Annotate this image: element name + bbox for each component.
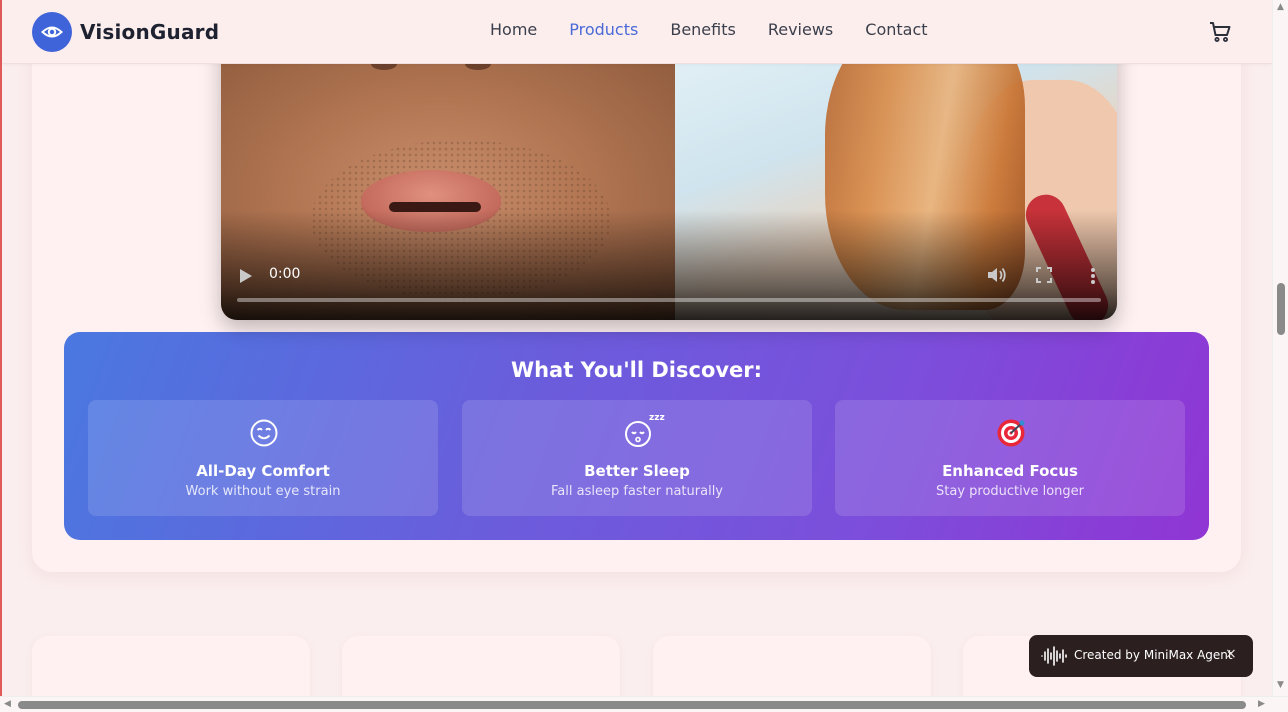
scroll-down-icon[interactable]: ▼ bbox=[1277, 680, 1284, 690]
shopping-cart-icon[interactable] bbox=[1208, 20, 1232, 44]
svg-text:zzz: zzz bbox=[649, 413, 665, 423]
scroll-left-icon[interactable]: ◀ bbox=[4, 699, 11, 709]
product-video-section: 0:00 What You'll Discover: All-Day Comfo… bbox=[32, 20, 1241, 572]
video-controls: 0:00 bbox=[221, 250, 1117, 320]
more-options-icon[interactable] bbox=[1087, 266, 1099, 286]
nav-products[interactable]: Products bbox=[569, 20, 638, 39]
relieved-face-icon bbox=[250, 419, 278, 447]
eye-icon bbox=[32, 12, 72, 52]
minimax-badge[interactable]: Created by MiniMax Agent × bbox=[1029, 635, 1253, 677]
discover-title: What You'll Discover: bbox=[510, 358, 763, 382]
viewport-edge bbox=[0, 0, 2, 712]
video-time: 0:00 bbox=[269, 266, 301, 282]
horizontal-scrollbar[interactable]: ◀ ▶ bbox=[0, 696, 1288, 712]
volume-icon[interactable] bbox=[987, 266, 1007, 284]
discover-card-sleep: zzz Better Sleep Fall asleep faster natu… bbox=[462, 400, 812, 516]
nav-contact[interactable]: Contact bbox=[865, 20, 927, 39]
nav-benefits[interactable]: Benefits bbox=[670, 20, 736, 39]
scroll-up-icon[interactable]: ▲ bbox=[1277, 2, 1284, 12]
brand-name: VisionGuard bbox=[80, 20, 220, 44]
close-icon[interactable]: × bbox=[1225, 646, 1237, 662]
brand-logo[interactable]: VisionGuard bbox=[32, 12, 219, 52]
product-video[interactable]: 0:00 bbox=[221, 40, 1117, 320]
discover-card-focus: Enhanced Focus Stay productive longer bbox=[835, 400, 1185, 516]
main-nav: Home Products Benefits Reviews Contact bbox=[490, 20, 928, 39]
nav-reviews[interactable]: Reviews bbox=[768, 20, 833, 39]
scroll-right-icon[interactable]: ▶ bbox=[1258, 699, 1265, 709]
horizontal-scroll-thumb[interactable] bbox=[18, 701, 1246, 709]
fullscreen-icon[interactable] bbox=[1035, 266, 1053, 284]
waveform-icon bbox=[1041, 646, 1067, 666]
nav-home[interactable]: Home bbox=[490, 20, 537, 39]
site-header: VisionGuard Home Products Benefits Revie… bbox=[2, 0, 1272, 64]
vertical-scroll-thumb[interactable] bbox=[1277, 283, 1285, 335]
discover-card-comfort: All-Day Comfort Work without eye strain bbox=[88, 400, 438, 516]
sleeping-face-icon: zzz bbox=[625, 413, 665, 447]
discover-panel: What You'll Discover: All-Day Comfort Wo… bbox=[64, 332, 1209, 540]
target-icon bbox=[997, 419, 1025, 447]
play-icon[interactable] bbox=[239, 268, 253, 284]
badge-text: Created by MiniMax Agent bbox=[1074, 648, 1233, 662]
video-progress-bar[interactable] bbox=[237, 298, 1101, 302]
vertical-scrollbar[interactable]: ▲ ▼ bbox=[1272, 0, 1288, 696]
